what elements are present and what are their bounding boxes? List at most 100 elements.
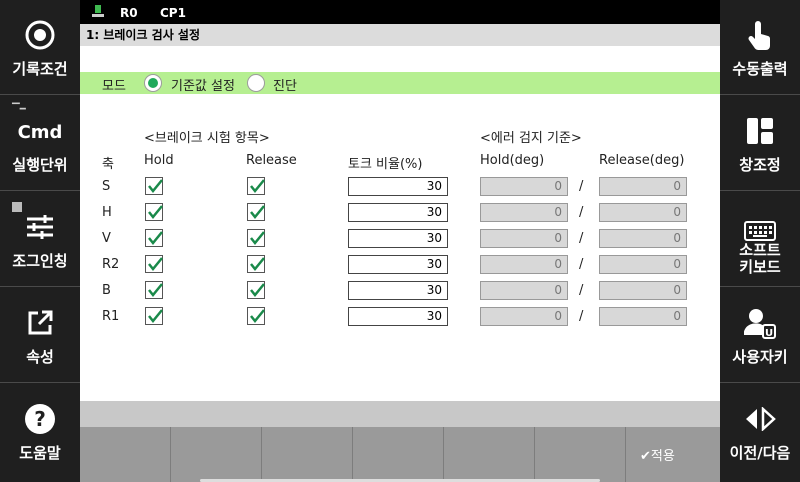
window-adjust-button[interactable]: 창조정 [720,96,800,191]
release-deg-field: 0 [599,203,687,222]
hold-deg-header: Hold(deg) [480,153,545,168]
mode-label: 모드 [102,79,126,94]
function-key-bar: ✔적용 [80,427,720,482]
separator: / [579,205,584,220]
help-label: 도움말 [19,444,61,462]
hold-checkbox[interactable] [145,281,163,299]
separator: / [579,179,584,194]
hold-header: Hold [144,153,174,168]
axis-label: R2 [102,257,120,272]
hold-checkbox[interactable] [145,177,163,195]
function-key-5[interactable] [444,427,535,482]
release-checkbox[interactable] [247,255,265,273]
separator: / [579,231,584,246]
soft-keyboard-label: 소프트 키보드 [720,242,800,276]
hand-pointer-icon [720,18,800,52]
svg-text:U: U [765,328,773,339]
mode-option-diagnosis-label[interactable]: 진단 [273,75,297,94]
torque-ratio-input[interactable]: 30 [348,229,448,248]
record-icon [0,18,80,52]
axis-label: S [102,179,111,194]
mode-radio-reference[interactable] [144,74,162,92]
help-icon: ? [0,402,80,436]
release-header: Release [246,153,297,168]
execution-unit-button[interactable]: ▔━ Cmd 실행단위 [0,96,80,191]
function-key-1[interactable] [80,427,171,482]
manual-output-button[interactable]: 수동출력 [720,0,800,95]
mode-radio-diagnosis[interactable] [247,74,265,92]
function-key-3[interactable] [262,427,353,482]
axis-label: R1 [102,309,120,324]
window-layout-icon [720,114,800,148]
function-key-2[interactable] [171,427,262,482]
record-condition-label: 기록조건 [12,60,68,78]
teach-pendant-screen: 기록조건 ▔━ Cmd 실행단위 조그인칭 속성 ? 도움말 R0 CP1 1:… [0,0,800,482]
hold-checkbox[interactable] [145,203,163,221]
cmd-icon: Cmd [17,122,63,143]
hold-checkbox[interactable] [145,229,163,247]
error-criteria-heading: <에러 검지 기준> [480,131,582,146]
axis-label: V [102,231,111,246]
user-key-button[interactable]: U 사용자키 [720,288,800,383]
control-point: CP1 [160,6,186,20]
hold-deg-field: 0 [480,203,568,222]
step-indicator-icon: ▔━ [12,104,26,115]
properties-button[interactable]: 속성 [0,288,80,383]
status-bar: R0 CP1 [80,0,720,24]
right-menu: 수동출력 창조정 소프트 키보드 U 사용자키 이전/다음 [720,0,800,482]
torque-ratio-header: 토크 비율(%) [348,157,423,172]
soft-keyboard-label-line1: 소프트 [739,241,781,259]
prev-next-label: 이전/다음 [729,444,791,462]
release-deg-header: Release(deg) [599,153,685,168]
jog-inching-button[interactable]: 조그인칭 [0,192,80,287]
torque-ratio-input[interactable]: 30 [348,177,448,196]
window-adjust-label: 창조정 [739,156,781,174]
execution-unit-label: 실행단위 [12,156,68,174]
page-title: 1: 브레이크 검사 설정 [80,24,720,46]
axis-header: 축 [102,157,114,172]
hold-deg-field: 0 [480,229,568,248]
release-checkbox[interactable] [247,229,265,247]
user-key-label: 사용자키 [732,348,788,366]
hold-checkbox[interactable] [145,307,163,325]
torque-ratio-input[interactable]: 30 [348,281,448,300]
torque-ratio-input[interactable]: 30 [348,203,448,222]
properties-label: 속성 [26,348,54,366]
mode-bar: 모드 기준값 설정 진단 [80,72,720,94]
mode-option-reference-label[interactable]: 기준값 설정 [171,75,235,94]
jog-inching-label: 조그인칭 [12,252,68,270]
hold-checkbox[interactable] [145,255,163,273]
left-menu: 기록조건 ▔━ Cmd 실행단위 조그인칭 속성 ? 도움말 [0,0,80,482]
axis-label: B [102,283,111,298]
torque-ratio-input[interactable]: 30 [348,307,448,326]
torque-ratio-input[interactable]: 30 [348,255,448,274]
release-checkbox[interactable] [247,307,265,325]
soft-keyboard-button[interactable]: 소프트 키보드 [720,192,800,287]
release-deg-field: 0 [599,255,687,274]
prev-next-button[interactable]: 이전/다음 [720,384,800,482]
hold-deg-field: 0 [480,177,568,196]
hold-deg-field: 0 [480,281,568,300]
release-checkbox[interactable] [247,203,265,221]
robot-name: R0 [120,6,138,20]
prev-next-icon [720,402,800,436]
help-button[interactable]: ? 도움말 [0,384,80,482]
release-deg-field: 0 [599,281,687,300]
robot-icon [92,5,104,19]
apply-button[interactable]: ✔적용 [626,427,720,482]
release-checkbox[interactable] [247,281,265,299]
release-checkbox[interactable] [247,177,265,195]
separator: / [579,309,584,324]
record-condition-button[interactable]: 기록조건 [0,0,80,95]
test-items-heading: <브레이크 시험 항목> [144,131,270,146]
sliders-icon [0,210,80,244]
apply-label: ✔적용 [640,445,675,464]
release-deg-field: 0 [599,307,687,326]
soft-keyboard-label-line2: 키보드 [739,258,781,276]
external-link-icon [0,306,80,340]
apply-text: 적용 [650,449,675,464]
hold-deg-field: 0 [480,255,568,274]
separator: / [579,283,584,298]
function-key-6[interactable] [535,427,626,482]
function-key-4[interactable] [353,427,444,482]
